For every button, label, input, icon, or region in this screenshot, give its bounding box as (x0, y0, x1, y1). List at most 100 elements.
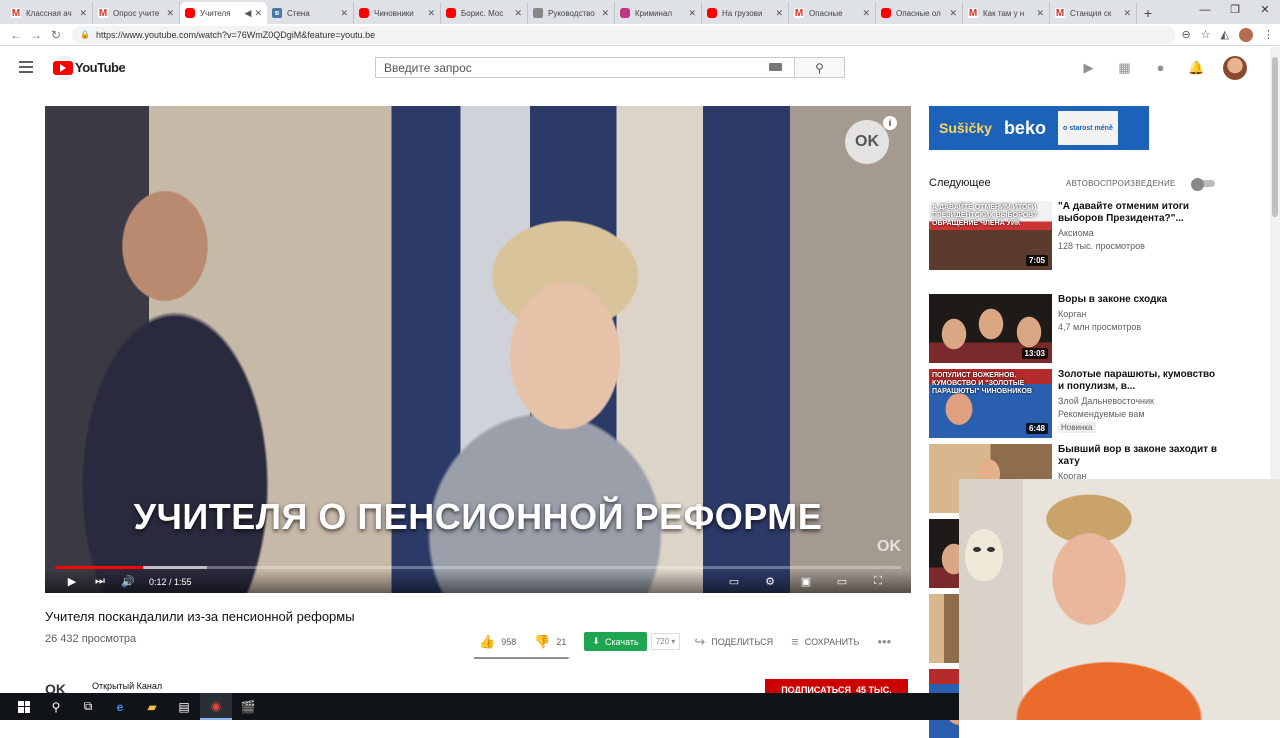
ad-brand-2: beko (1003, 117, 1046, 138)
video-thumbnail[interactable]: 13:03 (929, 294, 1052, 363)
video-actions: 👍 958 👎 21 ⬇ Скачать 720 ▾ ↪ ПОДЕЛИТЬСЯ ≡ СОХ… (479, 632, 909, 651)
video-thumbnail-partial[interactable] (929, 594, 959, 663)
browser-tab[interactable]: Борис. Мос ✕ (441, 2, 528, 24)
document-icon (533, 8, 543, 18)
ok-channel-badge[interactable]: OK (845, 120, 889, 164)
zoom-icon[interactable]: ⊖ (1181, 28, 1190, 41)
profile-avatar[interactable] (1239, 27, 1253, 42)
close-tab-icon[interactable]: ✕ (79, 8, 87, 19)
video-player[interactable]: OK i УЧИТЕЛЯ О ПЕНСИОННОЙ РЕФОРМЕ OK ▶ ⏭… (45, 106, 911, 593)
video-title[interactable]: Бывший вор в законе заходит в хату (1058, 444, 1218, 468)
browser-tab[interactable]: Руководство ✕ (528, 2, 615, 24)
close-tab-icon[interactable]: ✕ (514, 8, 522, 19)
miniplayer-icon[interactable]: ▣ (795, 573, 817, 591)
channel-name: Злой Дальневосточник (1058, 396, 1154, 406)
user-avatar[interactable] (1223, 56, 1247, 80)
video-title[interactable]: "А давайте отменим итоги выборов Президе… (1058, 201, 1218, 225)
keyboard-icon[interactable] (769, 63, 782, 71)
settings-gear-icon[interactable]: ⚙ (759, 573, 781, 591)
minimize-button[interactable]: — (1190, 0, 1220, 22)
create-video-icon[interactable]: ▶ (1080, 59, 1097, 76)
quality-select[interactable]: 720 ▾ (650, 633, 681, 650)
browser-tab[interactable]: На грузови ✕ (702, 2, 789, 24)
browser-tab[interactable]: Чиновники ✕ (354, 2, 441, 24)
youtube-logo[interactable]: YouTube (53, 60, 126, 75)
browser-tab[interactable]: M Опрос учите ✕ (93, 2, 180, 24)
browser-tab[interactable]: M Станция ск ✕ (1050, 2, 1137, 24)
channel-name[interactable]: Открытый Канал (92, 681, 162, 691)
channel-name: Аксиома (1058, 228, 1094, 238)
recommended-video[interactable]: ПОПУЛИСТ ВОЖЕЯНОВ. КУМОВСТВО И "ЗОЛОТЫЕ … (929, 369, 1229, 438)
video-thumbnail[interactable]: А ДАВАЙТЕ ОТМЕНИМ ИТОГИ ПРЕЗИДЕНТСКИХ ВЫ… (929, 201, 1052, 270)
close-tab-icon[interactable]: ✕ (949, 8, 957, 19)
volume-icon[interactable]: 🔊 (117, 573, 139, 591)
close-tab-icon[interactable]: ✕ (254, 8, 262, 19)
start-button[interactable] (8, 693, 40, 720)
dislike-button[interactable]: 👎 21 (534, 634, 566, 650)
recommended-video[interactable]: А ДАВАЙТЕ ОТМЕНИМ ИТОГИ ПРЕЗИДЕНТСКИХ ВЫ… (929, 201, 1229, 270)
video-thumbnail-partial[interactable] (929, 519, 959, 588)
video-thumbnail[interactable]: ПОПУЛИСТ ВОЖЕЯНОВ. КУМОВСТВО И "ЗОЛОТЫЕ … (929, 369, 1052, 438)
maximize-button[interactable]: ❐ (1220, 0, 1250, 22)
browser-tab-active[interactable]: Учителя ◀ ✕ (180, 2, 267, 24)
video-editor-icon[interactable]: 🎬 (232, 693, 264, 720)
menu-icon[interactable] (19, 61, 33, 73)
search-icon[interactable]: ⚲ (40, 693, 72, 720)
more-actions-button[interactable]: ••• (877, 634, 891, 649)
video-title[interactable]: Воры в законе сходка (1058, 294, 1218, 306)
play-icon[interactable]: ▶ (61, 573, 83, 591)
close-tab-icon[interactable]: ✕ (862, 8, 870, 19)
progress-bar[interactable] (55, 566, 901, 569)
browser-tab[interactable]: Опасные ол ✕ (876, 2, 963, 24)
close-tab-icon[interactable]: ✕ (688, 8, 696, 19)
download-button[interactable]: ⬇ Скачать (584, 632, 647, 651)
file-explorer-icon[interactable]: ▰ (136, 693, 168, 720)
info-icon[interactable]: i (883, 116, 897, 130)
reload-icon[interactable]: ↻ (46, 28, 66, 42)
back-icon[interactable]: ← (6, 28, 26, 42)
browser-tab[interactable]: в Стена ✕ (267, 2, 354, 24)
messages-icon[interactable]: ● (1152, 59, 1169, 76)
youtube-icon (707, 8, 717, 18)
share-button[interactable]: ↪ ПОДЕЛИТЬСЯ (694, 634, 773, 650)
save-button[interactable]: ≡ СОХРАНИТЬ (791, 634, 859, 649)
extension-icon[interactable]: ◭ (1221, 28, 1229, 41)
close-tab-icon[interactable]: ✕ (601, 8, 609, 19)
task-view-icon[interactable]: ⧉ (72, 693, 104, 720)
autoplay-toggle[interactable] (1191, 178, 1217, 191)
app-icon[interactable]: ▤ (168, 693, 200, 720)
new-tab-button[interactable]: + (1137, 2, 1159, 24)
menu-dots-icon[interactable]: ⋮ (1263, 28, 1274, 41)
sidebar-ad-banner[interactable]: Sušičky beko o starost méně (929, 106, 1149, 150)
browser-tab[interactable]: Криминал ✕ (615, 2, 702, 24)
search-button[interactable]: ⚲ (795, 57, 845, 78)
next-icon[interactable]: ⏭ (89, 573, 111, 591)
edge-icon[interactable]: e (104, 693, 136, 720)
recommended-video[interactable]: 13:03 Воры в законе сходка Корган 4,7 мл… (929, 294, 1229, 363)
close-tab-icon[interactable]: ✕ (427, 8, 435, 19)
notifications-bell-icon[interactable]: 🔔 (1188, 59, 1205, 76)
close-tab-icon[interactable]: ✕ (1036, 8, 1044, 19)
close-tab-icon[interactable]: ✕ (166, 8, 174, 19)
chrome-icon[interactable]: ◉ (200, 693, 232, 720)
scrollbar-thumb[interactable] (1272, 57, 1278, 217)
close-window-button[interactable]: ✕ (1250, 0, 1280, 22)
search-placeholder: Введите запрос (384, 60, 472, 75)
url-field[interactable]: 🔒 https://www.youtube.com/watch?v=76WmZ0… (72, 25, 1176, 44)
close-tab-icon[interactable]: ✕ (340, 8, 348, 19)
video-title[interactable]: Золотые парашюты, кумовство и популизм, … (1058, 369, 1218, 393)
fullscreen-icon[interactable]: ⛶ (867, 573, 889, 591)
browser-tab[interactable]: M Классная ач ✕ (6, 2, 93, 24)
close-tab-icon[interactable]: ✕ (775, 8, 783, 19)
like-button[interactable]: 👍 958 (479, 634, 516, 650)
subtitles-icon[interactable]: ▭ (723, 573, 745, 591)
bookmark-star-icon[interactable]: ☆ (1201, 28, 1211, 41)
browser-tab[interactable]: M Как там у н ✕ (963, 2, 1050, 24)
search-input[interactable]: Введите запрос (375, 57, 795, 78)
close-tab-icon[interactable]: ✕ (1123, 8, 1131, 19)
speaker-icon[interactable]: ◀ (245, 8, 252, 19)
forward-icon[interactable]: → (26, 28, 46, 42)
theater-mode-icon[interactable]: ▭ (831, 573, 853, 591)
apps-grid-icon[interactable]: ▦ (1116, 59, 1133, 76)
browser-tab[interactable]: M Опасные ✕ (789, 2, 876, 24)
